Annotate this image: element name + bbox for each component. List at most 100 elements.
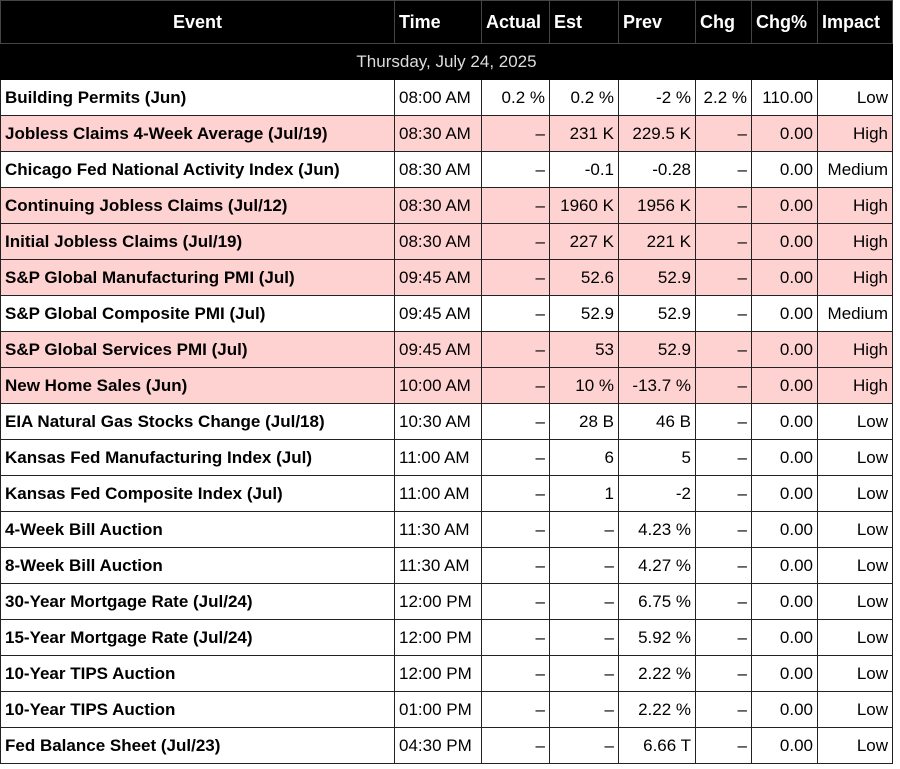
actual-value: – xyxy=(481,619,550,656)
impact-level: High xyxy=(817,187,893,224)
previous-value: 52.9 xyxy=(618,331,696,368)
event-time: 01:00 PM xyxy=(394,691,482,728)
event-name: 15-Year Mortgage Rate (Jul/24) xyxy=(0,619,395,656)
change-value: – xyxy=(695,259,752,296)
previous-value: 4.27 % xyxy=(618,547,696,584)
actual-value: – xyxy=(481,259,550,296)
impact-level: Low xyxy=(817,691,893,728)
event-time: 09:45 AM xyxy=(394,259,482,296)
actual-value: – xyxy=(481,511,550,548)
table-row[interactable]: Jobless Claims 4-Week Average (Jul/19) 08… xyxy=(0,115,893,152)
actual-value: – xyxy=(481,583,550,620)
event-name: Kansas Fed Composite Index (Jul) xyxy=(0,475,395,512)
table-row[interactable]: Continuing Jobless Claims (Jul/12) 08:30 … xyxy=(0,187,893,224)
table-row[interactable]: Initial Jobless Claims (Jul/19) 08:30 AM –… xyxy=(0,223,893,260)
event-time: 09:45 AM xyxy=(394,295,482,332)
estimate-value: 52.6 xyxy=(549,259,619,296)
previous-value: 1956 K xyxy=(618,187,696,224)
column-header-prev[interactable]: Prev xyxy=(618,0,696,44)
previous-value: 5 xyxy=(618,439,696,476)
change-value: – xyxy=(695,655,752,692)
event-name: Chicago Fed National Activity Index (Jun… xyxy=(0,151,395,188)
change-value: – xyxy=(695,367,752,404)
previous-value: 52.9 xyxy=(618,259,696,296)
column-header-est[interactable]: Est xyxy=(549,0,619,44)
column-header-event[interactable]: Event xyxy=(0,0,395,44)
impact-level: Low xyxy=(817,583,893,620)
table-row[interactable]: New Home Sales (Jun) 10:00 AM –10 % -13.7 %… xyxy=(0,367,893,404)
impact-level: High xyxy=(817,331,893,368)
actual-value: – xyxy=(481,295,550,332)
table-row[interactable]: 15-Year Mortgage Rate (Jul/24) 12:00 PM – –… xyxy=(0,619,893,656)
actual-value: 0.2 % xyxy=(481,79,550,116)
table-row[interactable]: S&P Global Composite PMI (Jul) 09:45 AM –5… xyxy=(0,295,893,332)
table-row[interactable]: 30-Year Mortgage Rate (Jul/24) 12:00 PM – –… xyxy=(0,583,893,620)
column-header-chg-pct[interactable]: Chg% xyxy=(751,0,818,44)
estimate-value: – xyxy=(549,655,619,692)
actual-value: – xyxy=(481,331,550,368)
event-name: 4-Week Bill Auction xyxy=(0,511,395,548)
event-name: 30-Year Mortgage Rate (Jul/24) xyxy=(0,583,395,620)
table-row[interactable]: S&P Global Services PMI (Jul) 09:45 AM –53… xyxy=(0,331,893,368)
event-time: 12:00 PM xyxy=(394,583,482,620)
table-row[interactable]: 8-Week Bill Auction 11:30 AM – –4.27 % –0.00… xyxy=(0,547,893,584)
change-value: – xyxy=(695,475,752,512)
impact-level: Medium xyxy=(817,295,893,332)
estimate-value: – xyxy=(549,511,619,548)
column-header-actual[interactable]: Actual xyxy=(481,0,550,44)
estimate-value: 227 K xyxy=(549,223,619,260)
estimate-value: 10 % xyxy=(549,367,619,404)
change-percent-value: 0.00 xyxy=(751,295,818,332)
event-time: 10:00 AM xyxy=(394,367,482,404)
event-time: 04:30 PM xyxy=(394,727,482,764)
table-row[interactable]: 10-Year TIPS Auction 12:00 PM – –2.22 % –0.0… xyxy=(0,655,893,692)
table-row[interactable]: 10-Year TIPS Auction 01:00 PM – –2.22 % –0.0… xyxy=(0,691,893,728)
estimate-value: 0.2 % xyxy=(549,79,619,116)
estimate-value: -0.1 xyxy=(549,151,619,188)
change-value: – xyxy=(695,331,752,368)
impact-level: High xyxy=(817,367,893,404)
change-percent-value: 0.00 xyxy=(751,187,818,224)
event-name: Building Permits (Jun) xyxy=(0,79,395,116)
impact-level: Low xyxy=(817,439,893,476)
event-name: Kansas Fed Manufacturing Index (Jul) xyxy=(0,439,395,476)
change-percent-value: 0.00 xyxy=(751,259,818,296)
column-header-impact[interactable]: Impact xyxy=(817,0,893,44)
column-header-chg[interactable]: Chg xyxy=(695,0,752,44)
estimate-value: – xyxy=(549,547,619,584)
event-time: 08:30 AM xyxy=(394,223,482,260)
column-header-time[interactable]: Time xyxy=(394,0,482,44)
previous-value: 6.66 T xyxy=(618,727,696,764)
table-row[interactable]: EIA Natural Gas Stocks Change (Jul/18) 10… xyxy=(0,403,893,440)
table-row[interactable]: 4-Week Bill Auction 11:30 AM – –4.23 % –0.00… xyxy=(0,511,893,548)
event-name: 10-Year TIPS Auction xyxy=(0,691,395,728)
event-name: 10-Year TIPS Auction xyxy=(0,655,395,692)
table-row[interactable]: Kansas Fed Manufacturing Index (Jul) 11:0… xyxy=(0,439,893,476)
change-percent-value: 0.00 xyxy=(751,619,818,656)
previous-value: 221 K xyxy=(618,223,696,260)
change-value: – xyxy=(695,583,752,620)
change-value: – xyxy=(695,223,752,260)
actual-value: – xyxy=(481,655,550,692)
estimate-value: 1960 K xyxy=(549,187,619,224)
table-row[interactable]: Kansas Fed Composite Index (Jul) 11:00 AM… xyxy=(0,475,893,512)
previous-value: 4.23 % xyxy=(618,511,696,548)
estimate-value: – xyxy=(549,619,619,656)
actual-value: – xyxy=(481,115,550,152)
table-row[interactable]: Fed Balance Sheet (Jul/23) 04:30 PM – –6.66… xyxy=(0,727,893,764)
actual-value: – xyxy=(481,223,550,260)
previous-value: -2 xyxy=(618,475,696,512)
actual-value: – xyxy=(481,547,550,584)
table-row[interactable]: Chicago Fed National Activity Index (Jun… xyxy=(0,151,893,188)
table-row[interactable]: S&P Global Manufacturing PMI (Jul) 09:45 … xyxy=(0,259,893,296)
previous-value: 46 B xyxy=(618,403,696,440)
change-percent-value: 0.00 xyxy=(751,223,818,260)
table-row[interactable]: Building Permits (Jun) 08:00 AM 0.2 % 0.2 %… xyxy=(0,79,893,116)
change-percent-value: 0.00 xyxy=(751,547,818,584)
actual-value: – xyxy=(481,691,550,728)
change-value: – xyxy=(695,547,752,584)
event-time: 11:30 AM xyxy=(394,547,482,584)
table-body: Thursday, July 24, 2025 Building Permits… xyxy=(0,43,893,764)
change-value: – xyxy=(695,115,752,152)
event-time: 11:00 AM xyxy=(394,475,482,512)
